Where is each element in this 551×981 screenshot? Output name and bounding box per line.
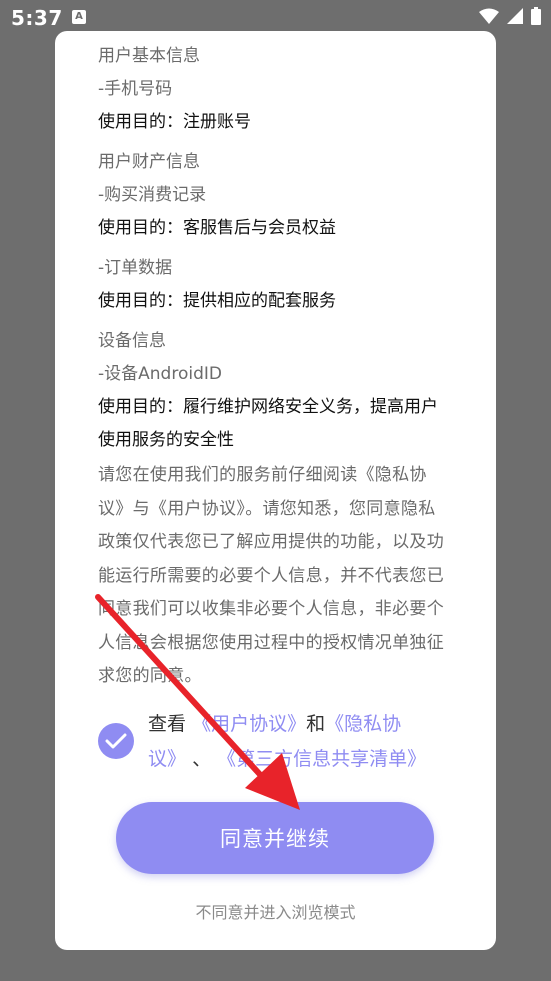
section-purpose-cont: 使用服务的安全性 — [98, 430, 234, 450]
consent-text: 查看 《用户协议》和《隐私协 议》 、 《第三方信息共享清单》 — [148, 707, 478, 777]
browse-mode-link[interactable]: 不同意并进入浏览模式 — [55, 899, 496, 923]
privacy-dialog: 用户基本信息 -手机号码 使用目的：注册账号 用户财产信息 -购买消费记录 使用… — [55, 31, 496, 950]
section-item: -手机号码 — [98, 79, 173, 99]
info-list: 用户基本信息 -手机号码 使用目的：注册账号 用户财产信息 -购买消费记录 使用… — [98, 43, 468, 694]
agree-continue-button[interactable]: 同意并继续 — [116, 802, 434, 874]
wifi-icon — [479, 8, 499, 24]
notice-line: 能运行所需要的必要个人信息，并不代表您已 — [98, 565, 444, 586]
section-item: -订单数据 — [98, 258, 173, 278]
battery-icon — [531, 7, 541, 25]
checkmark-icon — [105, 733, 127, 749]
consent-separator: 、 — [192, 748, 212, 770]
section-category: 用户基本信息 — [98, 46, 200, 66]
notice-line: 同意我们可以收集非必要个人信息，非必要个 — [98, 599, 444, 619]
notice-line: 请您在使用我们的服务前仔细阅读《隐私协 — [98, 465, 427, 485]
section-category: 用户财产信息 — [98, 152, 200, 172]
section-purpose: 使用目的：履行维护网络安全义务，提高用户 — [98, 397, 438, 417]
user-agreement-link[interactable]: 《用户协议》 — [192, 713, 306, 735]
system-icons — [479, 7, 541, 25]
signal-icon — [507, 8, 523, 24]
section-purpose: 使用目的：注册账号 — [98, 112, 251, 132]
consent-prefix: 查看 — [148, 713, 187, 735]
notice-line: 人信息会根据您使用过程中的授权情况单独征 — [98, 632, 444, 653]
third-party-list-link[interactable]: 《第三方信息共享清单》 — [217, 748, 426, 770]
notice-line: 政策仅代表您已了解应用提供的功能，以及功 — [98, 532, 444, 552]
section-item: -设备AndroidID — [98, 364, 222, 384]
agree-checkbox[interactable] — [98, 723, 134, 759]
notice-line: 议》与《用户协议》。请您知悉，您同意隐私 — [98, 498, 436, 519]
privacy-notice: 请您在使用我们的服务前仔细阅读《隐私协 议》与《用户协议》。请您知悉，您同意隐私… — [98, 459, 468, 694]
section-item: -购买消费记录 — [98, 185, 207, 205]
notice-line: 求您的同意。 — [98, 666, 202, 686]
section-purpose: 使用目的：客服售后与会员权益 — [98, 218, 336, 238]
status-time: 5:37 — [11, 6, 63, 30]
notification-a-icon: A — [72, 10, 86, 24]
section-category: 设备信息 — [98, 331, 166, 351]
section-purpose: 使用目的：提供相应的配套服务 — [98, 291, 336, 311]
consent-and: 和 — [306, 713, 326, 735]
